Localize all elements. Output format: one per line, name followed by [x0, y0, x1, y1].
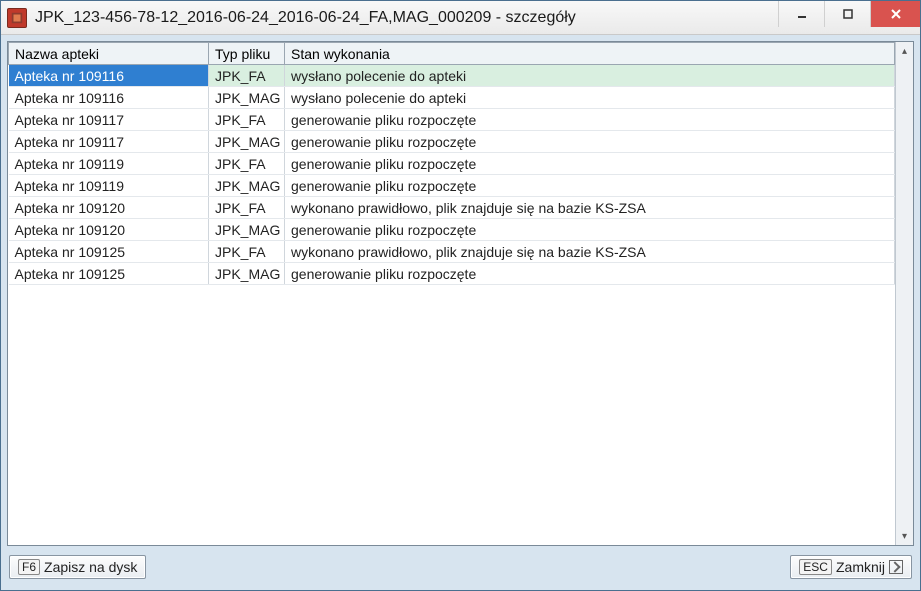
table-row[interactable]: Apteka nr 109119JPK_MAGgenerowanie pliku… — [9, 175, 895, 197]
cell-typ-pliku[interactable]: JPK_MAG — [209, 263, 285, 285]
cell-typ-pliku[interactable]: JPK_FA — [209, 109, 285, 131]
window-title: JPK_123-456-78-12_2016-06-24_2016-06-24_… — [35, 9, 778, 27]
table-row[interactable]: Apteka nr 109116JPK_FAwysłano polecenie … — [9, 65, 895, 87]
cell-stan-wykonania[interactable]: wysłano polecenie do apteki — [285, 87, 895, 109]
cell-nazwa-apteki[interactable]: Apteka nr 109125 — [9, 263, 209, 285]
save-label: Zapisz na dysk — [44, 559, 137, 575]
header-typ-pliku[interactable]: Typ pliku — [209, 43, 285, 65]
footer-right-group: ESC Zamknij — [790, 555, 912, 579]
cell-stan-wykonania[interactable]: generowanie pliku rozpoczęte — [285, 109, 895, 131]
vertical-scrollbar[interactable]: ▴ ▾ — [895, 42, 913, 545]
table-row[interactable]: Apteka nr 109125JPK_FAwykonano prawidłow… — [9, 241, 895, 263]
footer-bar: F6 Zapisz na dysk ESC Zamknij — [7, 550, 914, 584]
table-row[interactable]: Apteka nr 109125JPK_MAGgenerowanie pliku… — [9, 263, 895, 285]
titlebar[interactable]: JPK_123-456-78-12_2016-06-24_2016-06-24_… — [1, 1, 920, 35]
cell-typ-pliku[interactable]: JPK_FA — [209, 153, 285, 175]
table-row[interactable]: Apteka nr 109117JPK_MAGgenerowanie pliku… — [9, 131, 895, 153]
table-row[interactable]: Apteka nr 109116JPK_MAGwysłano polecenie… — [9, 87, 895, 109]
cell-typ-pliku[interactable]: JPK_MAG — [209, 175, 285, 197]
cell-stan-wykonania[interactable]: wykonano prawidłowo, plik znajduje się n… — [285, 197, 895, 219]
scroll-up-arrow-icon[interactable]: ▴ — [898, 44, 912, 58]
close-hotkey: ESC — [799, 559, 832, 575]
cell-typ-pliku[interactable]: JPK_FA — [209, 241, 285, 263]
save-to-disk-button[interactable]: F6 Zapisz na dysk — [9, 555, 146, 579]
cell-typ-pliku[interactable]: JPK_FA — [209, 65, 285, 87]
data-grid[interactable]: Nazwa apteki Typ pliku Stan wykonania Ap… — [8, 42, 895, 285]
cell-nazwa-apteki[interactable]: Apteka nr 109116 — [9, 65, 209, 87]
cell-stan-wykonania[interactable]: generowanie pliku rozpoczęte — [285, 263, 895, 285]
scroll-down-arrow-icon[interactable]: ▾ — [898, 529, 912, 543]
cell-stan-wykonania[interactable]: wysłano polecenie do apteki — [285, 65, 895, 87]
window-controls — [778, 1, 920, 34]
cell-stan-wykonania[interactable]: generowanie pliku rozpoczęte — [285, 131, 895, 153]
window-root: JPK_123-456-78-12_2016-06-24_2016-06-24_… — [0, 0, 921, 591]
cell-nazwa-apteki[interactable]: Apteka nr 109116 — [9, 87, 209, 109]
exit-icon — [889, 560, 903, 574]
cell-stan-wykonania[interactable]: generowanie pliku rozpoczęte — [285, 153, 895, 175]
header-stan-wykonania[interactable]: Stan wykonania — [285, 43, 895, 65]
cell-stan-wykonania[interactable]: generowanie pliku rozpoczęte — [285, 175, 895, 197]
table-row[interactable]: Apteka nr 109120JPK_MAGgenerowanie pliku… — [9, 219, 895, 241]
cell-nazwa-apteki[interactable]: Apteka nr 109119 — [9, 175, 209, 197]
cell-typ-pliku[interactable]: JPK_MAG — [209, 219, 285, 241]
close-label: Zamknij — [836, 559, 885, 575]
client-area: Nazwa apteki Typ pliku Stan wykonania Ap… — [1, 35, 920, 590]
table-row[interactable]: Apteka nr 109120JPK_FAwykonano prawidłow… — [9, 197, 895, 219]
cell-nazwa-apteki[interactable]: Apteka nr 109120 — [9, 197, 209, 219]
close-button[interactable] — [870, 1, 920, 27]
cell-nazwa-apteki[interactable]: Apteka nr 109125 — [9, 241, 209, 263]
maximize-button[interactable] — [824, 1, 870, 27]
app-icon — [7, 8, 27, 28]
cell-nazwa-apteki[interactable]: Apteka nr 109117 — [9, 131, 209, 153]
close-dialog-button[interactable]: ESC Zamknij — [790, 555, 912, 579]
cell-nazwa-apteki[interactable]: Apteka nr 109120 — [9, 219, 209, 241]
cell-typ-pliku[interactable]: JPK_MAG — [209, 87, 285, 109]
save-hotkey: F6 — [18, 559, 40, 575]
grid-wrap: Nazwa apteki Typ pliku Stan wykonania Ap… — [7, 41, 914, 546]
cell-stan-wykonania[interactable]: generowanie pliku rozpoczęte — [285, 219, 895, 241]
table-row[interactable]: Apteka nr 109119JPK_FAgenerowanie pliku … — [9, 153, 895, 175]
grid-scroll: Nazwa apteki Typ pliku Stan wykonania Ap… — [8, 42, 895, 545]
table-row[interactable]: Apteka nr 109117JPK_FAgenerowanie pliku … — [9, 109, 895, 131]
cell-nazwa-apteki[interactable]: Apteka nr 109117 — [9, 109, 209, 131]
cell-nazwa-apteki[interactable]: Apteka nr 109119 — [9, 153, 209, 175]
minimize-button[interactable] — [778, 1, 824, 27]
cell-stan-wykonania[interactable]: wykonano prawidłowo, plik znajduje się n… — [285, 241, 895, 263]
header-nazwa-apteki[interactable]: Nazwa apteki — [9, 43, 209, 65]
cell-typ-pliku[interactable]: JPK_FA — [209, 197, 285, 219]
cell-typ-pliku[interactable]: JPK_MAG — [209, 131, 285, 153]
header-row[interactable]: Nazwa apteki Typ pliku Stan wykonania — [9, 43, 895, 65]
